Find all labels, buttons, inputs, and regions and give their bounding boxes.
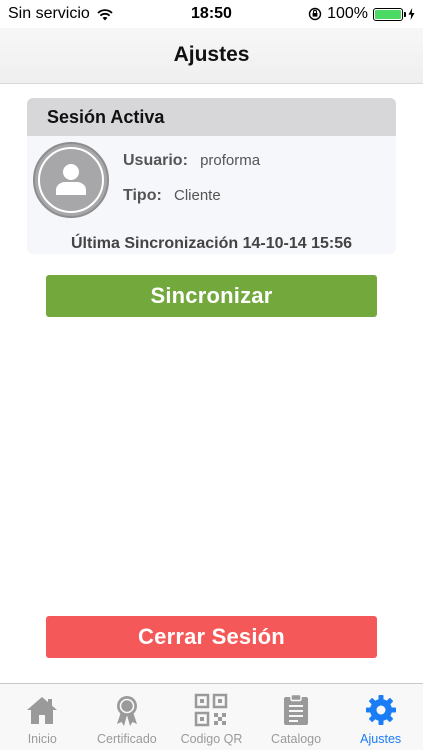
user-icon	[56, 164, 86, 195]
type-value: Cliente	[173, 187, 221, 204]
qr-code-icon	[195, 693, 228, 727]
charging-icon	[408, 8, 415, 20]
tab-bar: Inicio Certificado Codigo QR Catalogo Aj…	[0, 683, 423, 750]
session-header: Sesión Activa	[27, 98, 396, 136]
battery-fill	[375, 9, 401, 19]
avatar	[33, 142, 109, 218]
tab-label: Codigo QR	[180, 732, 243, 746]
tab-certificado[interactable]: Certificado	[85, 684, 170, 750]
tab-label: Ajustes	[360, 732, 402, 746]
tab-label: Certificado	[97, 732, 157, 746]
tab-codigo-qr[interactable]: Codigo QR	[169, 684, 254, 750]
tab-inicio[interactable]: Inicio	[0, 684, 85, 750]
status-bar: Sin servicio 18:50 100%	[0, 0, 423, 28]
user-row: Usuario: proforma	[123, 152, 260, 170]
battery-icon	[373, 7, 406, 21]
status-right: 100%	[308, 5, 415, 23]
avatar-ring	[38, 147, 104, 213]
home-icon	[27, 697, 58, 724]
session-card: Sesión Activa Usuario: proforma Tipo: Cl…	[27, 98, 396, 254]
type-row: Tipo: Cliente	[123, 187, 221, 205]
tab-label: Inicio	[27, 732, 57, 746]
page-title: Ajustes	[173, 43, 250, 66]
navigation-bar: Ajustes	[0, 28, 423, 84]
logout-button[interactable]: Cerrar Sesión	[46, 616, 377, 658]
gear-icon	[365, 695, 396, 725]
tab-catalogo[interactable]: Catalogo	[254, 684, 339, 750]
sync-button[interactable]: Sincronizar	[46, 275, 377, 317]
orientation-lock-icon	[308, 7, 322, 21]
tab-ajustes[interactable]: Ajustes	[338, 684, 423, 750]
user-value: proforma	[200, 152, 261, 169]
clipboard-icon	[284, 693, 309, 725]
last-sync-text: Última Sincronización 14-10-14 15:56	[71, 235, 352, 252]
user-label: Usuario:	[123, 152, 188, 169]
type-label: Tipo:	[123, 187, 162, 204]
certificate-icon	[116, 696, 137, 726]
battery-percent: 100%	[327, 5, 368, 22]
tab-label: Catalogo	[271, 732, 322, 746]
